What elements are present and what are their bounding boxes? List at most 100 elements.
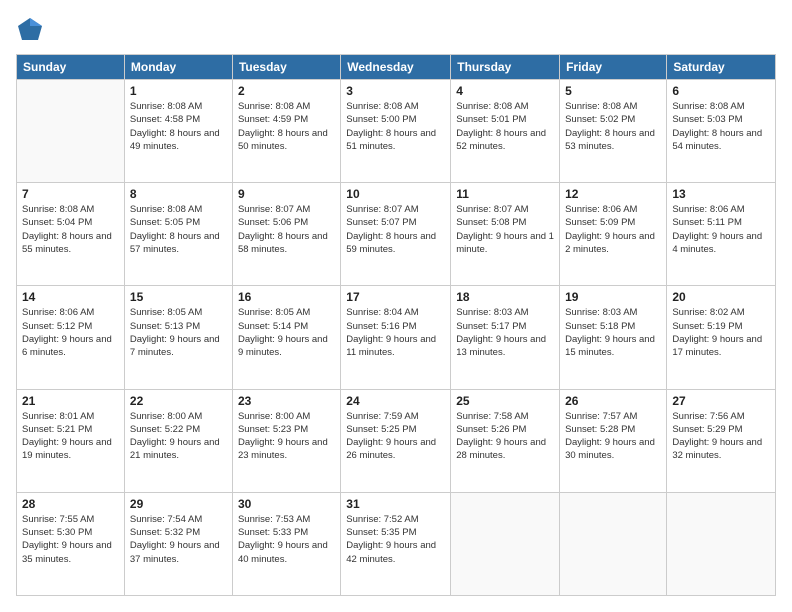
calendar-cell: 4 Sunrise: 8:08 AMSunset: 5:01 PMDaylight…: [451, 80, 560, 183]
day-info: Sunrise: 8:08 AMSunset: 5:05 PMDaylight:…: [130, 203, 227, 256]
day-info: Sunrise: 8:08 AMSunset: 5:01 PMDaylight:…: [456, 100, 554, 153]
day-number: 23: [238, 394, 335, 408]
day-info: Sunrise: 8:05 AMSunset: 5:13 PMDaylight:…: [130, 306, 227, 359]
calendar-cell: 5 Sunrise: 8:08 AMSunset: 5:02 PMDaylight…: [560, 80, 667, 183]
day-number: 12: [565, 187, 661, 201]
calendar-cell: 9 Sunrise: 8:07 AMSunset: 5:06 PMDaylight…: [232, 183, 340, 286]
day-info: Sunrise: 7:53 AMSunset: 5:33 PMDaylight:…: [238, 513, 335, 566]
calendar-cell: 29 Sunrise: 7:54 AMSunset: 5:32 PMDayligh…: [124, 492, 232, 595]
day-info: Sunrise: 8:06 AMSunset: 5:11 PMDaylight:…: [672, 203, 770, 256]
day-info: Sunrise: 7:55 AMSunset: 5:30 PMDaylight:…: [22, 513, 119, 566]
day-number: 6: [672, 84, 770, 98]
day-number: 25: [456, 394, 554, 408]
calendar-cell: 23 Sunrise: 8:00 AMSunset: 5:23 PMDayligh…: [232, 389, 340, 492]
calendar-cell: 12 Sunrise: 8:06 AMSunset: 5:09 PMDayligh…: [560, 183, 667, 286]
day-number: 28: [22, 497, 119, 511]
day-number: 5: [565, 84, 661, 98]
calendar-week-row: 7Sunrise: 8:08 AMSunset: 5:04 PMDaylight…: [17, 183, 776, 286]
day-number: 11: [456, 187, 554, 201]
day-info: Sunrise: 8:03 AMSunset: 5:18 PMDaylight:…: [565, 306, 661, 359]
weekday-header-saturday: Saturday: [667, 55, 776, 80]
calendar-cell: 15 Sunrise: 8:05 AMSunset: 5:13 PMDayligh…: [124, 286, 232, 389]
day-info: Sunrise: 8:08 AMSunset: 5:02 PMDaylight:…: [565, 100, 661, 153]
calendar-week-row: 1Sunrise: 8:08 AMSunset: 4:58 PMDaylight…: [17, 80, 776, 183]
calendar-week-row: 21 Sunrise: 8:01 AMSunset: 5:21 PMDayligh…: [17, 389, 776, 492]
weekday-header-thursday: Thursday: [451, 55, 560, 80]
calendar-cell: [17, 80, 125, 183]
calendar-cell: 2Sunrise: 8:08 AMSunset: 4:59 PMDaylight…: [232, 80, 340, 183]
weekday-header-wednesday: Wednesday: [341, 55, 451, 80]
day-info: Sunrise: 7:58 AMSunset: 5:26 PMDaylight:…: [456, 410, 554, 463]
calendar-cell: 22 Sunrise: 8:00 AMSunset: 5:22 PMDayligh…: [124, 389, 232, 492]
calendar-cell: 3 Sunrise: 8:08 AMSunset: 5:00 PMDaylight…: [341, 80, 451, 183]
day-info: Sunrise: 8:07 AMSunset: 5:08 PMDaylight:…: [456, 203, 554, 256]
calendar-week-row: 14Sunrise: 8:06 AMSunset: 5:12 PMDayligh…: [17, 286, 776, 389]
day-number: 18: [456, 290, 554, 304]
day-info: Sunrise: 8:05 AMSunset: 5:14 PMDaylight:…: [238, 306, 335, 359]
logo-icon: [16, 16, 44, 44]
weekday-header-tuesday: Tuesday: [232, 55, 340, 80]
calendar-cell: 13 Sunrise: 8:06 AMSunset: 5:11 PMDayligh…: [667, 183, 776, 286]
calendar-cell: 1Sunrise: 8:08 AMSunset: 4:58 PMDaylight…: [124, 80, 232, 183]
calendar-cell: 30Sunrise: 7:53 AMSunset: 5:33 PMDayligh…: [232, 492, 340, 595]
day-number: 17: [346, 290, 445, 304]
day-info: Sunrise: 8:08 AMSunset: 4:59 PMDaylight:…: [238, 100, 335, 153]
calendar-cell: [667, 492, 776, 595]
calendar-cell: [560, 492, 667, 595]
day-number: 27: [672, 394, 770, 408]
day-number: 15: [130, 290, 227, 304]
calendar-cell: 20Sunrise: 8:02 AMSunset: 5:19 PMDayligh…: [667, 286, 776, 389]
day-info: Sunrise: 8:08 AMSunset: 5:00 PMDaylight:…: [346, 100, 445, 153]
weekday-header-friday: Friday: [560, 55, 667, 80]
day-number: 7: [22, 187, 119, 201]
day-info: Sunrise: 8:01 AMSunset: 5:21 PMDaylight:…: [22, 410, 119, 463]
day-info: Sunrise: 7:59 AMSunset: 5:25 PMDaylight:…: [346, 410, 445, 463]
calendar-table: SundayMondayTuesdayWednesdayThursdayFrid…: [16, 54, 776, 596]
day-info: Sunrise: 8:00 AMSunset: 5:23 PMDaylight:…: [238, 410, 335, 463]
calendar-week-row: 28 Sunrise: 7:55 AMSunset: 5:30 PMDayligh…: [17, 492, 776, 595]
weekday-header-row: SundayMondayTuesdayWednesdayThursdayFrid…: [17, 55, 776, 80]
calendar-cell: 6 Sunrise: 8:08 AMSunset: 5:03 PMDaylight…: [667, 80, 776, 183]
day-number: 10: [346, 187, 445, 201]
day-number: 20: [672, 290, 770, 304]
calendar-cell: 10Sunrise: 8:07 AMSunset: 5:07 PMDayligh…: [341, 183, 451, 286]
day-info: Sunrise: 8:07 AMSunset: 5:06 PMDaylight:…: [238, 203, 335, 256]
day-number: 22: [130, 394, 227, 408]
day-info: Sunrise: 7:52 AMSunset: 5:35 PMDaylight:…: [346, 513, 445, 566]
calendar-cell: 8 Sunrise: 8:08 AMSunset: 5:05 PMDaylight…: [124, 183, 232, 286]
day-info: Sunrise: 7:57 AMSunset: 5:28 PMDaylight:…: [565, 410, 661, 463]
calendar-cell: 31Sunrise: 7:52 AMSunset: 5:35 PMDayligh…: [341, 492, 451, 595]
calendar-cell: 27 Sunrise: 7:56 AMSunset: 5:29 PMDayligh…: [667, 389, 776, 492]
day-info: Sunrise: 8:06 AMSunset: 5:09 PMDaylight:…: [565, 203, 661, 256]
day-info: Sunrise: 8:04 AMSunset: 5:16 PMDaylight:…: [346, 306, 445, 359]
calendar-cell: 19Sunrise: 8:03 AMSunset: 5:18 PMDayligh…: [560, 286, 667, 389]
calendar-cell: 26Sunrise: 7:57 AMSunset: 5:28 PMDayligh…: [560, 389, 667, 492]
day-number: 8: [130, 187, 227, 201]
calendar-cell: 11 Sunrise: 8:07 AMSunset: 5:08 PMDayligh…: [451, 183, 560, 286]
day-info: Sunrise: 7:56 AMSunset: 5:29 PMDaylight:…: [672, 410, 770, 463]
day-number: 21: [22, 394, 119, 408]
day-number: 3: [346, 84, 445, 98]
calendar-cell: 14Sunrise: 8:06 AMSunset: 5:12 PMDayligh…: [17, 286, 125, 389]
weekday-header-sunday: Sunday: [17, 55, 125, 80]
day-number: 24: [346, 394, 445, 408]
day-number: 4: [456, 84, 554, 98]
day-info: Sunrise: 8:08 AMSunset: 5:03 PMDaylight:…: [672, 100, 770, 153]
day-number: 1: [130, 84, 227, 98]
day-info: Sunrise: 8:00 AMSunset: 5:22 PMDaylight:…: [130, 410, 227, 463]
calendar-cell: 18 Sunrise: 8:03 AMSunset: 5:17 PMDayligh…: [451, 286, 560, 389]
calendar-cell: 28 Sunrise: 7:55 AMSunset: 5:30 PMDayligh…: [17, 492, 125, 595]
logo: [16, 16, 48, 44]
calendar-cell: 25 Sunrise: 7:58 AMSunset: 5:26 PMDayligh…: [451, 389, 560, 492]
day-number: 29: [130, 497, 227, 511]
page: SundayMondayTuesdayWednesdayThursdayFrid…: [0, 0, 792, 612]
calendar-cell: 24 Sunrise: 7:59 AMSunset: 5:25 PMDayligh…: [341, 389, 451, 492]
header: [16, 16, 776, 44]
calendar-cell: 21 Sunrise: 8:01 AMSunset: 5:21 PMDayligh…: [17, 389, 125, 492]
day-info: Sunrise: 8:03 AMSunset: 5:17 PMDaylight:…: [456, 306, 554, 359]
day-number: 9: [238, 187, 335, 201]
calendar-cell: 7Sunrise: 8:08 AMSunset: 5:04 PMDaylight…: [17, 183, 125, 286]
calendar-cell: [451, 492, 560, 595]
day-number: 13: [672, 187, 770, 201]
day-info: Sunrise: 7:54 AMSunset: 5:32 PMDaylight:…: [130, 513, 227, 566]
